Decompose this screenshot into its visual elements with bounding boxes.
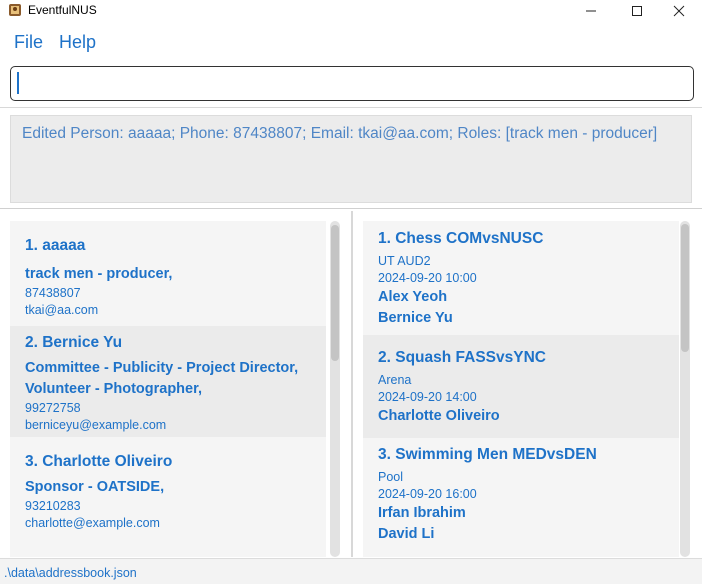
person-role: Committee - Publicity - Project Director… [25,360,299,376]
person-phone: 99272758 [25,401,81,415]
person-role: track men - producer, [25,266,173,282]
command-area [0,58,702,108]
person-name: 2. Bernice Yu [25,334,123,351]
person-phone: 87438807 [25,286,81,300]
person-role: Volunteer - Photographer, [25,381,202,397]
command-input[interactable] [10,66,694,101]
event-datetime: 2024-09-20 10:00 [378,271,477,285]
event-venue: UT AUD2 [378,254,431,268]
menu-help[interactable]: Help [59,32,96,53]
event-name: 3. Swimming Men MEDvsDEN [378,446,597,463]
person-name: 1. aaaaa [25,237,86,254]
person-name: 3. Charlotte Oliveiro [25,453,173,470]
app-icon [9,4,21,16]
person-email: tkai@aa.com [25,303,99,317]
event-participant: David Li [378,526,435,542]
close-icon [673,5,685,17]
menu-bar: File Help [0,22,702,58]
event-card[interactable]: 3. Swimming Men MEDvsDEN Pool 2024-09-20… [363,438,679,557]
status-bar: .\data\addressbook.json [0,558,702,584]
close-button[interactable] [656,0,702,22]
event-name: 1. Chess COMvsNUSC [378,230,544,247]
event-participant: Irfan Ibrahim [378,505,466,521]
event-participant: Charlotte Oliveiro [378,408,500,424]
event-datetime: 2024-09-20 14:00 [378,390,477,404]
menu-file[interactable]: File [14,32,43,53]
person-card[interactable]: 3. Charlotte Oliveiro Sponsor - OATSIDE,… [10,437,326,557]
event-name: 2. Squash FASSvsYNC [378,349,546,366]
event-participant: Bernice Yu [378,310,453,326]
title-bar: EventfulNUS [0,0,702,22]
minimize-button[interactable] [568,0,614,22]
text-caret [17,72,19,94]
maximize-icon [632,6,642,16]
person-list-panel: 1. aaaaa track men - producer, 87438807 … [0,211,351,557]
result-area: Edited Person: aaaaa; Phone: 87438807; E… [0,108,702,209]
person-phone: 93210283 [25,499,81,513]
person-list-scrollbar[interactable] [330,221,340,557]
maximize-button[interactable] [614,0,660,22]
window-title: EventfulNUS [28,3,97,17]
scrollbar-thumb[interactable] [331,225,339,361]
event-card[interactable]: 2. Squash FASSvsYNC Arena 2024-09-20 14:… [363,335,679,438]
person-email: berniceyu@example.com [25,418,167,432]
person-email: charlotte@example.com [25,516,160,530]
event-datetime: 2024-09-20 16:00 [378,487,477,501]
event-card[interactable]: 1. Chess COMvsNUSC UT AUD2 2024-09-20 10… [363,221,679,335]
event-list-scrollbar[interactable] [680,221,690,557]
result-display: Edited Person: aaaaa; Phone: 87438807; E… [10,115,692,203]
save-location: .\data\addressbook.json [4,566,137,580]
minimize-icon [586,10,596,12]
event-participant: Alex Yeoh [378,289,448,305]
person-role: Sponsor - OATSIDE, [25,479,165,495]
event-list[interactable]: 1. Chess COMvsNUSC UT AUD2 2024-09-20 10… [363,221,679,557]
event-venue: Pool [378,470,404,484]
person-list[interactable]: 1. aaaaa track men - producer, 87438807 … [10,221,326,557]
event-venue: Arena [378,373,412,387]
event-list-panel: 1. Chess COMvsNUSC UT AUD2 2024-09-20 10… [353,211,702,557]
scrollbar-thumb[interactable] [681,224,689,352]
person-card[interactable]: 1. aaaaa track men - producer, 87438807 … [10,221,326,326]
person-card[interactable]: 2. Bernice Yu Committee - Publicity - Pr… [10,326,326,437]
